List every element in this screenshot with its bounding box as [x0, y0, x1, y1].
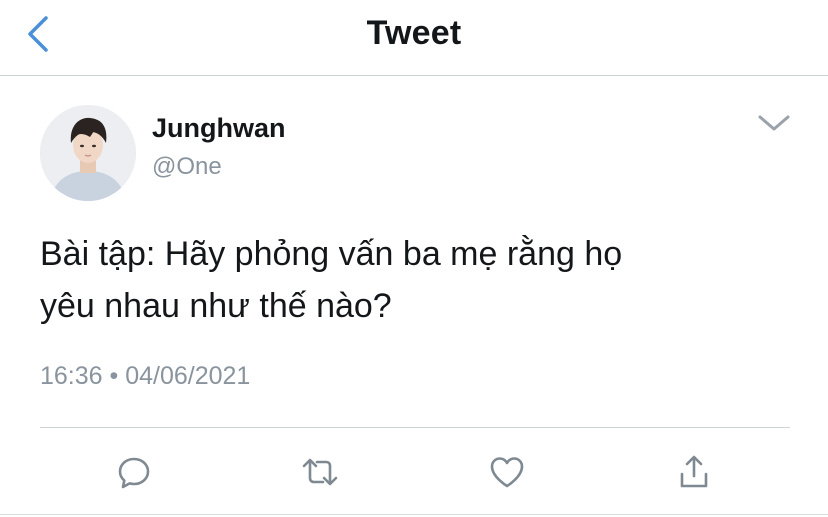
tweet-timestamp: 16:36 • 04/06/2021 [40, 362, 251, 390]
tweet-detail-screen: Tweet Junghwan @One Bài tập: Hãy phỏng v… [0, 0, 828, 517]
tweet-text-line: Bài tập: Hãy phỏng vấn ba mẹ rằng họ [40, 235, 623, 273]
retweet-icon [302, 458, 338, 486]
share-icon [680, 455, 708, 488]
divider [40, 427, 790, 428]
chevron-down-icon [758, 115, 790, 131]
reply-icon [118, 457, 150, 489]
divider [0, 514, 828, 515]
heart-icon [490, 457, 524, 488]
like-button[interactable] [487, 452, 527, 492]
reply-button[interactable] [114, 452, 154, 492]
tweet-text: Bài tập: Hãy phỏng vấn ba mẹ rằng họ yêu… [40, 228, 800, 332]
avatar-image [40, 105, 136, 201]
tweet-menu-button[interactable] [754, 108, 794, 138]
tweet-text-line: yêu nhau như thế nào? [40, 287, 392, 325]
avatar[interactable] [40, 105, 136, 201]
share-button[interactable] [674, 452, 714, 492]
author-display-name[interactable]: Junghwan [152, 113, 286, 144]
page-title: Tweet [366, 14, 462, 52]
retweet-button[interactable] [300, 452, 340, 492]
author-handle[interactable]: @One [152, 153, 222, 181]
navigation-bar: Tweet [0, 0, 828, 76]
